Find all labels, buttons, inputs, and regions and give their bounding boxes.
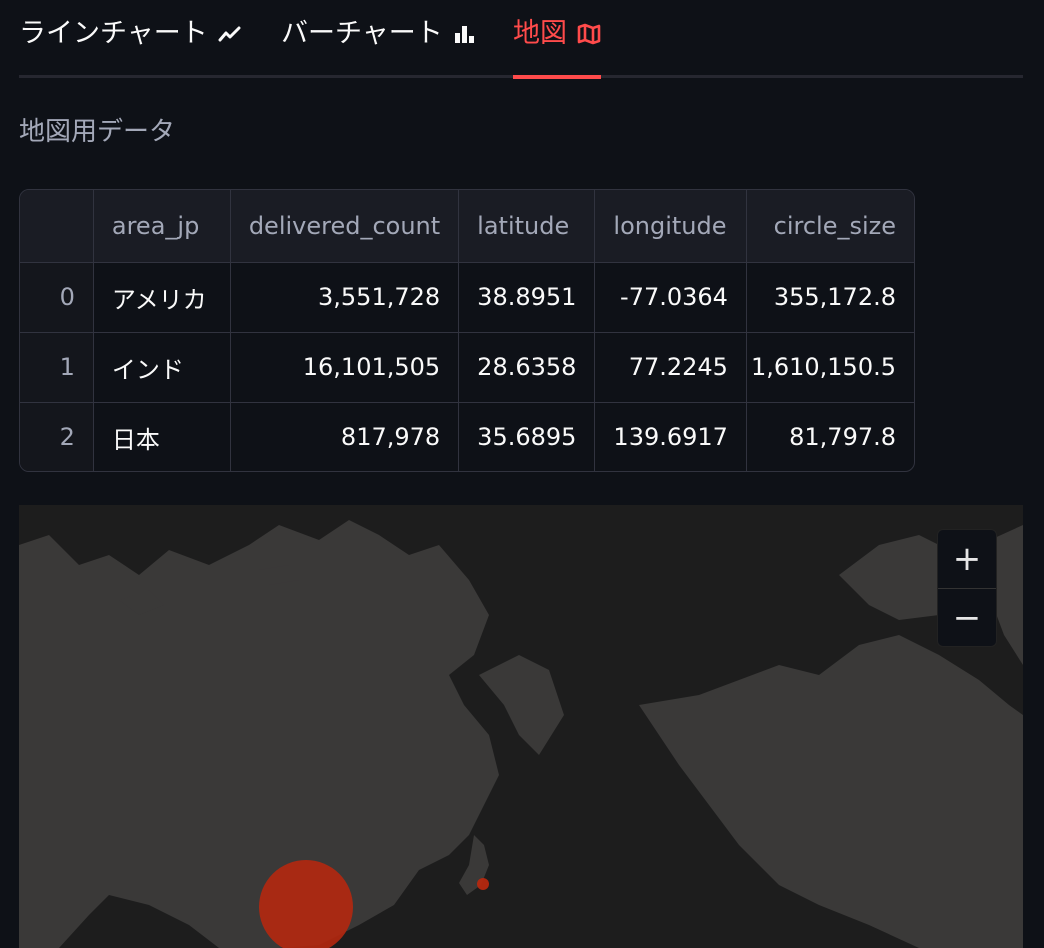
cell-longitude[interactable]: -77.0364 [594, 262, 747, 333]
map-view[interactable]: + − [19, 505, 1023, 948]
cell-latitude[interactable]: 38.8951 [458, 262, 596, 333]
data-table[interactable]: area_jp delivered_count latitude longitu… [19, 189, 915, 472]
column-header-delivered[interactable]: delivered_count [230, 190, 460, 263]
table-row: 0 アメリカ 3,551,728 38.8951 -77.0364 355,17… [20, 262, 914, 333]
table-row: 1 インド 16,101,505 28.6358 77.2245 1,610,1… [20, 332, 914, 403]
column-header-area[interactable]: area_jp [93, 190, 231, 263]
kamchatka-landmass [479, 655, 564, 755]
north-america-landmass [639, 635, 1023, 948]
tab-label: バーチャート [281, 18, 443, 49]
bar-chart-icon [453, 14, 475, 54]
cell-circle-size[interactable]: 1,610,150.5 [746, 332, 914, 403]
world-map [19, 520, 1023, 948]
row-index: 2 [20, 402, 94, 471]
column-header-longitude[interactable]: longitude [594, 190, 747, 263]
tab-map[interactable]: 地図 [513, 14, 601, 79]
row-index: 1 [20, 332, 94, 403]
zoom-out-button[interactable]: − [938, 588, 996, 647]
cell-area[interactable]: インド [93, 332, 231, 403]
column-header-circle-size[interactable]: circle_size [746, 190, 914, 263]
tab-label: ラインチャート [19, 18, 208, 49]
table-header-row: area_jp delivered_count latitude longitu… [20, 190, 914, 263]
tab-bar: ラインチャート バーチャート 地図 [19, 0, 1023, 79]
cell-area[interactable]: アメリカ [93, 262, 231, 333]
zoom-in-button[interactable]: + [938, 530, 996, 588]
column-header-latitude[interactable]: latitude [458, 190, 596, 263]
section-subheading: 地図用データ [19, 117, 176, 147]
eurasia-landmass [19, 520, 499, 948]
cell-circle-size[interactable]: 355,172.8 [746, 262, 914, 333]
cell-delivered[interactable]: 817,978 [230, 402, 460, 471]
cell-delivered[interactable]: 3,551,728 [230, 262, 460, 333]
tab-bar-chart[interactable]: バーチャート [281, 14, 475, 78]
cell-circle-size[interactable]: 81,797.8 [746, 402, 914, 471]
tab-label: 地図 [513, 18, 567, 49]
tab-line-chart[interactable]: ラインチャート [19, 14, 242, 78]
table-row: 2 日本 817,978 35.6895 139.6917 81,797.8 [20, 402, 914, 471]
row-index: 0 [20, 262, 94, 333]
line-chart-icon [218, 14, 242, 54]
map-icon [577, 14, 601, 54]
cell-latitude[interactable]: 35.6895 [458, 402, 596, 471]
zoom-control: + − [937, 529, 997, 647]
column-header-index[interactable] [20, 190, 94, 263]
cell-longitude[interactable]: 77.2245 [594, 332, 747, 403]
cell-area[interactable]: 日本 [93, 402, 231, 471]
cell-latitude[interactable]: 28.6358 [458, 332, 596, 403]
cell-longitude[interactable]: 139.6917 [594, 402, 747, 471]
cell-delivered[interactable]: 16,101,505 [230, 332, 460, 403]
marker-japan [477, 878, 489, 890]
